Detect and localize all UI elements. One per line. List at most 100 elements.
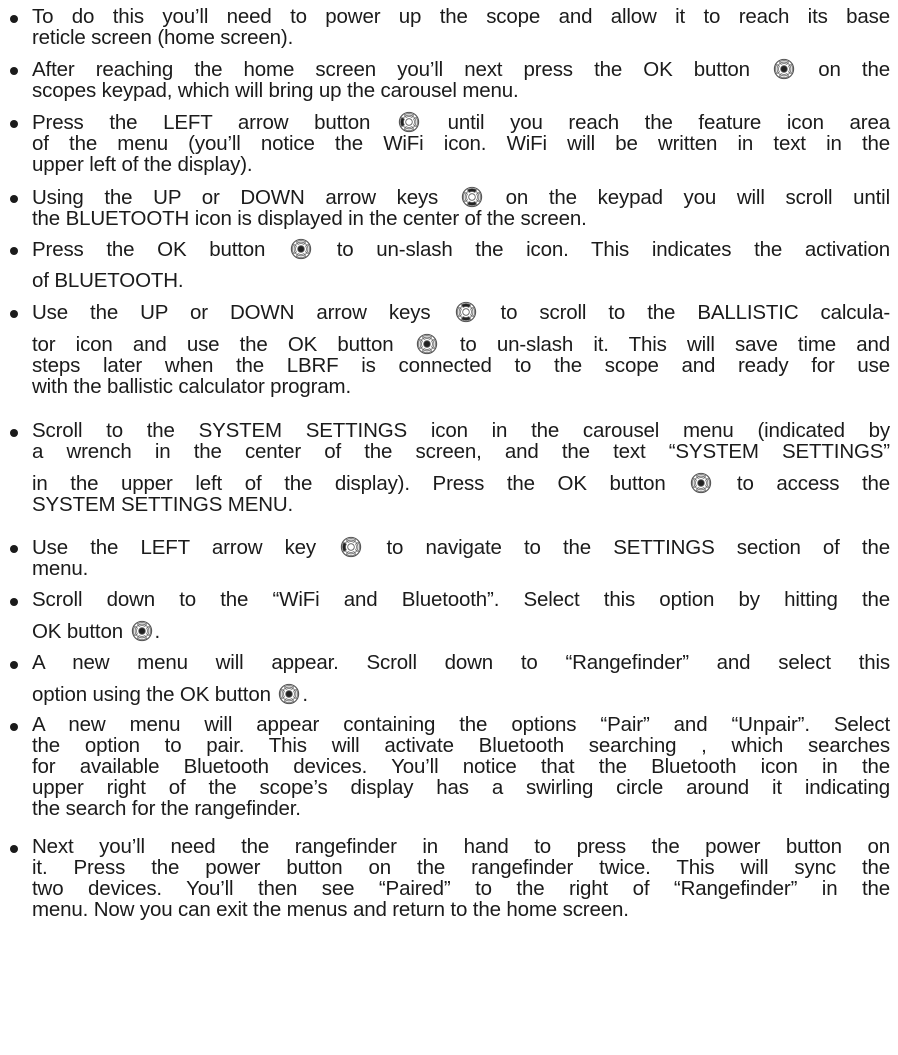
text-line: Press the OK button to un-slash the icon… (32, 238, 890, 260)
text-segment: of BLUETOOTH. (32, 269, 184, 292)
text-line: upper left of the display). (32, 154, 890, 175)
bullet-icon (10, 845, 18, 853)
text-line: the option to pair. This will activate B… (32, 735, 890, 756)
bullet-icon (10, 15, 18, 23)
text-segment: upper left of the display). (32, 153, 253, 176)
text-segment: option using the OK button (32, 683, 277, 706)
text-segment: menu. Now you can exit the menus and ret… (32, 898, 629, 921)
list-item-text: To do this you’ll need to power up the s… (32, 6, 890, 48)
text-segment: for available Bluetooth devices. You’ll … (32, 755, 890, 778)
text-segment: After reaching the home screen you’ll ne… (32, 58, 772, 81)
bullet-icon (10, 723, 18, 731)
text-segment: Scroll down to the “WiFi and Bluetooth”.… (32, 588, 890, 611)
text-line: SYSTEM SETTINGS MENU. (32, 494, 890, 515)
text-line: option using the OK button . (32, 683, 890, 705)
text-line: with the ballistic calculator program. (32, 376, 890, 397)
text-segment: A new menu will appear containing the op… (32, 713, 890, 736)
text-segment: upper right of the scope’s display has a… (32, 776, 890, 799)
text-segment: the option to pair. This will activate B… (32, 734, 890, 757)
bullet-icon (10, 195, 18, 203)
list-item-text: Press the OK button to un-slash the icon… (32, 238, 890, 291)
text-line: After reaching the home screen you’ll ne… (32, 58, 890, 80)
text-line: in the upper left of the display). Press… (32, 472, 890, 494)
text-segment: to access the (714, 472, 890, 495)
text-segment: it. Press the power button on the rangef… (32, 856, 890, 879)
text-segment: Using the UP or DOWN arrow keys (32, 186, 459, 209)
ok-button-icon (416, 333, 438, 355)
text-segment: reticle screen (home screen). (32, 26, 294, 49)
text-segment: Press the LEFT arrow button (32, 111, 396, 134)
text-segment: . (154, 620, 161, 643)
bullet-icon (10, 120, 18, 128)
text-segment: tor icon and use the OK button (32, 333, 414, 356)
text-line: Use the UP or DOWN arrow keys to scroll … (32, 301, 890, 323)
text-line: Next you’ll need the rangefinder in hand… (32, 836, 890, 857)
text-segment: of the menu (you’ll notice the WiFi icon… (32, 132, 890, 155)
text-line: Scroll to the SYSTEM SETTINGS icon in th… (32, 420, 890, 441)
text-line: OK button . (32, 620, 890, 642)
text-segment: the search for the rangefinder. (32, 797, 301, 820)
up-down-arrow-keys-icon (455, 301, 477, 323)
text-segment: To do this you’ll need to power up the s… (32, 5, 890, 28)
text-segment: on the (797, 58, 890, 81)
list-item-text: A new menu will appear. Scroll down to “… (32, 652, 890, 705)
text-segment: scopes keypad, which will bring up the c… (32, 79, 519, 102)
text-segment: until you reach the feature icon area (421, 111, 891, 134)
list-item-text: After reaching the home screen you’ll ne… (32, 58, 890, 101)
text-line: Using the UP or DOWN arrow keys on the k… (32, 186, 890, 208)
up-down-arrow-keys-icon (461, 186, 483, 208)
bullet-icon (10, 247, 18, 255)
text-line: two devices. You’ll then see “Paired” to… (32, 878, 890, 899)
text-segment: Scroll to the SYSTEM SETTINGS icon in th… (32, 419, 890, 442)
bullet-icon (10, 310, 18, 318)
ok-button-icon (690, 472, 712, 494)
text-segment: a wrench in the center of the screen, an… (32, 440, 890, 463)
text-segment: SYSTEM SETTINGS MENU. (32, 493, 294, 516)
text-line: a wrench in the center of the screen, an… (32, 441, 890, 462)
text-line: Use the LEFT arrow key to navigate to th… (32, 536, 890, 558)
bullet-icon (10, 429, 18, 437)
text-line: Scroll down to the “WiFi and Bluetooth”.… (32, 589, 890, 610)
text-line: the BLUETOOTH icon is displayed in the c… (32, 208, 890, 229)
left-arrow-button-icon (340, 536, 362, 558)
text-line: steps later when the LBRF is connected t… (32, 355, 890, 376)
ok-button-icon (290, 238, 312, 260)
ok-button-icon (773, 58, 795, 80)
text-segment: two devices. You’ll then see “Paired” to… (32, 877, 890, 900)
text-line: for available Bluetooth devices. You’ll … (32, 756, 890, 777)
list-item-text: Scroll down to the “WiFi and Bluetooth”.… (32, 589, 890, 642)
text-segment: menu. (32, 557, 89, 580)
text-line: menu. (32, 558, 890, 579)
text-segment: Use the UP or DOWN arrow keys (32, 301, 453, 324)
text-line: the search for the rangefinder. (32, 798, 890, 819)
text-segment: the BLUETOOTH icon is displayed in the c… (32, 207, 587, 230)
bullet-icon (10, 545, 18, 553)
text-line: To do this you’ll need to power up the s… (32, 6, 890, 27)
text-segment: steps later when the LBRF is connected t… (32, 354, 890, 377)
list-item-text: A new menu will appear containing the op… (32, 714, 890, 819)
bullet-icon (10, 661, 18, 669)
text-line: A new menu will appear. Scroll down to “… (32, 652, 890, 673)
text-segment: Use the LEFT arrow key (32, 536, 339, 559)
text-segment: to un-slash the icon. This indicates the… (314, 238, 890, 261)
list-item-text: Press the LEFT arrow button until you re… (32, 111, 890, 175)
text-line: scopes keypad, which will bring up the c… (32, 80, 890, 101)
ok-button-icon (131, 620, 153, 642)
text-segment: to un-slash it. This will save time and (439, 333, 890, 356)
bullet-icon (10, 598, 18, 606)
text-segment: on the keypad you will scroll until (484, 186, 891, 209)
text-segment: Next you’ll need the rangefinder in hand… (32, 835, 890, 858)
text-line: it. Press the power button on the rangef… (32, 857, 890, 878)
text-segment: A new menu will appear. Scroll down to “… (32, 651, 890, 674)
left-arrow-button-icon (398, 111, 420, 133)
text-segment: OK button (32, 620, 129, 643)
text-segment: with the ballistic calculator program. (32, 375, 352, 398)
text-line: of BLUETOOTH. (32, 270, 890, 291)
text-segment: to navigate to the SETTINGS section of t… (364, 536, 890, 559)
text-line: menu. Now you can exit the menus and ret… (32, 899, 890, 920)
text-segment: Press the OK button (32, 238, 289, 261)
list-item-text: Next you’ll need the rangefinder in hand… (32, 836, 890, 920)
text-line: reticle screen (home screen). (32, 27, 890, 48)
text-segment: to scroll to the BALLISTIC calcula- (478, 301, 891, 324)
list-item-text: Scroll to the SYSTEM SETTINGS icon in th… (32, 420, 890, 515)
